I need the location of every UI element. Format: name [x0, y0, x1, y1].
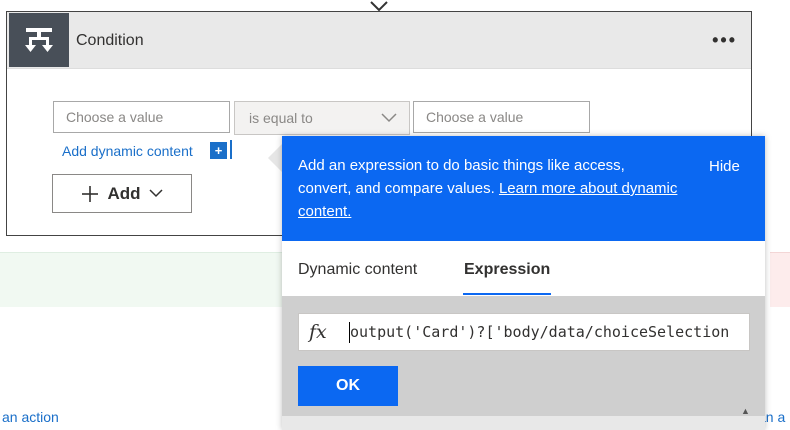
card-title: Condition	[76, 32, 144, 49]
active-tab-indicator	[463, 293, 551, 295]
dynamic-divider	[230, 140, 232, 159]
popup-pointer	[268, 144, 282, 172]
right-value-input[interactable]: Choose a value	[413, 101, 590, 133]
chevron-down-icon	[381, 113, 397, 123]
tab-expression[interactable]: Expression	[464, 261, 550, 279]
hide-info-link[interactable]: Hide	[709, 158, 740, 175]
condition-icon	[9, 13, 69, 67]
ok-button[interactable]: OK	[298, 366, 398, 406]
operator-select[interactable]: is equal to	[234, 101, 410, 135]
card-header[interactable]: Condition •••	[7, 12, 751, 69]
add-action-link-left[interactable]: an action	[2, 409, 59, 425]
more-options-icon[interactable]: •••	[712, 30, 737, 51]
info-text: Add an expression to do basic things lik…	[298, 154, 678, 223]
operator-value: is equal to	[249, 110, 313, 126]
success-band	[0, 252, 300, 307]
add-dynamic-plus-icon[interactable]: +	[210, 142, 227, 159]
scroll-up-icon[interactable]: ▲	[741, 406, 750, 416]
add-button-label: Add	[107, 183, 141, 203]
add-button[interactable]: Add	[52, 174, 192, 213]
failure-band	[770, 252, 790, 307]
chevron-down-icon	[148, 189, 163, 198]
expression-area: fx output('Card')?['body/data/choiceSele…	[282, 296, 765, 430]
tab-dynamic-content[interactable]: Dynamic content	[298, 261, 417, 279]
expression-input[interactable]: fx output('Card')?['body/data/choiceSele…	[298, 313, 750, 351]
add-dynamic-content-link[interactable]: Add dynamic content	[62, 143, 193, 159]
fx-icon: fx	[309, 321, 327, 343]
dynamic-content-panel: Add an expression to do basic things lik…	[282, 136, 765, 430]
plus-icon	[82, 185, 99, 202]
function-list-header	[282, 416, 765, 430]
expression-info-box: Add an expression to do basic things lik…	[282, 136, 765, 241]
left-value-input[interactable]: Choose a value	[53, 101, 230, 133]
expression-text: output('Card')?['body/data/choiceSelecti…	[350, 323, 730, 341]
